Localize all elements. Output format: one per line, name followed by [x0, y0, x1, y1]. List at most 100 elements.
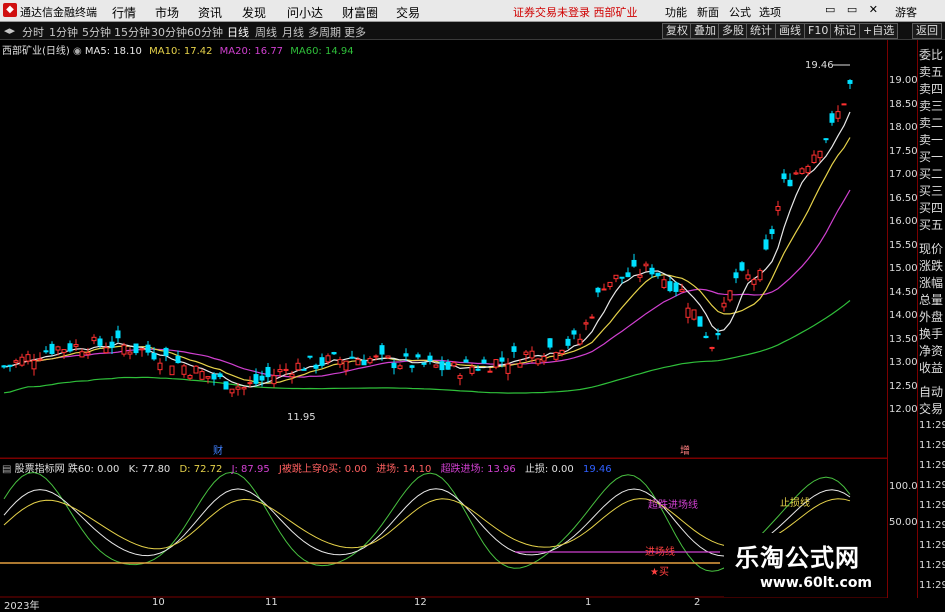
- side-label[interactable]: 卖五: [919, 63, 943, 80]
- candle-body: [805, 165, 811, 174]
- candle-body: [373, 355, 379, 358]
- multi-stock-button[interactable]: 多股: [718, 23, 748, 39]
- period-daily[interactable]: 日线: [227, 24, 249, 40]
- menu-function[interactable]: 功能: [665, 4, 687, 20]
- menu-market[interactable]: 市场: [155, 4, 179, 21]
- side-label[interactable]: 外盘: [919, 308, 943, 325]
- draw-button[interactable]: 画线: [775, 23, 805, 39]
- side-label[interactable]: 交易: [919, 400, 943, 417]
- adjust-button[interactable]: 复权: [662, 23, 692, 39]
- title-bar: [0, 0, 945, 22]
- candle-body: [403, 353, 409, 357]
- login-notice[interactable]: 证券交易未登录 西部矿业: [513, 4, 638, 20]
- candle-body: [727, 290, 733, 301]
- watermark-title: 乐淘公式网: [735, 544, 860, 572]
- candle-body: [169, 365, 175, 376]
- candle-body: [787, 179, 793, 187]
- menu-options[interactable]: 选项: [759, 4, 781, 20]
- candle-body: [175, 355, 181, 364]
- candle-body: [343, 360, 349, 371]
- menu-discover[interactable]: 发现: [242, 4, 266, 21]
- back-button[interactable]: 返回: [912, 23, 942, 39]
- period-5min[interactable]: 5分钟: [82, 24, 111, 40]
- period-intraday[interactable]: 分时: [22, 24, 44, 40]
- side-label[interactable]: 总量: [919, 291, 943, 308]
- candle-body: [295, 362, 301, 371]
- y-tick: 13.50: [889, 334, 918, 345]
- indicator-value: 超跌进场: 13.96: [440, 464, 516, 475]
- candle-body: [655, 272, 661, 277]
- menu-formula[interactable]: 公式: [729, 4, 751, 20]
- candle-body: [529, 350, 535, 359]
- menu-trade[interactable]: 交易: [396, 4, 420, 21]
- add-watchlist-button[interactable]: +自选: [859, 23, 899, 39]
- candle-body: [331, 352, 337, 355]
- menu-ask[interactable]: 问小达: [287, 4, 323, 21]
- side-label[interactable]: 买五: [919, 216, 943, 233]
- side-label[interactable]: 卖二: [919, 114, 943, 131]
- side-label[interactable]: 涨跌: [919, 257, 943, 274]
- candle-body: [607, 281, 613, 287]
- time-tick: 11:29: [919, 580, 945, 591]
- period-30min[interactable]: 30分钟: [151, 24, 187, 40]
- side-label[interactable]: 净资: [919, 342, 943, 359]
- ma5-line: [3, 111, 851, 388]
- candle-body: [109, 341, 115, 348]
- guest-label[interactable]: 游客: [895, 4, 917, 20]
- period-multi[interactable]: 多周期: [308, 24, 341, 40]
- side-label[interactable]: 卖四: [919, 80, 943, 97]
- stock-name[interactable]: 西部矿业(日线): [2, 46, 70, 57]
- period-60min[interactable]: 60分钟: [187, 24, 223, 40]
- overlay-button[interactable]: 叠加: [690, 23, 720, 39]
- side-label[interactable]: 卖三: [919, 97, 943, 114]
- side-label[interactable]: 卖一: [919, 131, 943, 148]
- side-label[interactable]: 现价: [919, 240, 943, 257]
- side-label[interactable]: 自动: [919, 383, 943, 400]
- period-15min[interactable]: 15分钟: [114, 24, 150, 40]
- app-title: 通达信金融终端: [20, 6, 97, 19]
- mark-button[interactable]: 标记: [830, 23, 860, 39]
- y-tick: 13.00: [889, 357, 918, 368]
- indicator-name[interactable]: 股票指标网: [15, 464, 65, 475]
- menu-quotes[interactable]: 行情: [112, 4, 136, 21]
- side-label[interactable]: 收益: [919, 359, 943, 376]
- candle-body: [409, 365, 415, 368]
- candle-body: [763, 239, 769, 250]
- period-1min[interactable]: 1分钟: [49, 24, 78, 40]
- period-monthly[interactable]: 月线: [282, 24, 304, 40]
- candle-body: [361, 359, 367, 366]
- candle-body: [439, 361, 445, 371]
- candle-body: [391, 362, 397, 369]
- candle-body: [445, 361, 451, 370]
- candle-body: [325, 355, 331, 363]
- menu-wealth[interactable]: 财富圈: [342, 4, 378, 21]
- nav-arrows-icon[interactable]: ◂▸: [4, 24, 15, 37]
- stats-button[interactable]: 统计: [746, 23, 776, 39]
- window-control-icons[interactable]: ▭ ▭ ✕: [825, 3, 882, 16]
- time-tick: 11:29: [919, 560, 945, 571]
- candle-body: [235, 386, 241, 390]
- side-label[interactable]: 买二: [919, 165, 943, 182]
- candle-body: [427, 355, 433, 362]
- f10-button[interactable]: F10: [804, 23, 833, 39]
- candle-body: [379, 345, 385, 355]
- side-label[interactable]: 换手: [919, 325, 943, 342]
- settings-icon[interactable]: ◉: [73, 46, 85, 57]
- side-label[interactable]: 买三: [919, 182, 943, 199]
- candle-body: [829, 113, 835, 123]
- side-label[interactable]: 买四: [919, 199, 943, 216]
- candle-body: [187, 375, 193, 379]
- candle-body: [793, 172, 799, 175]
- menu-news[interactable]: 资讯: [198, 4, 222, 21]
- side-label[interactable]: 买一: [919, 148, 943, 165]
- candle-body: [571, 330, 577, 335]
- side-label[interactable]: 涨幅: [919, 274, 943, 291]
- period-weekly[interactable]: 周线: [255, 24, 277, 40]
- period-more[interactable]: 更多: [344, 24, 366, 40]
- time-tick: 11:29: [919, 540, 945, 551]
- side-label[interactable]: 委比: [919, 46, 943, 63]
- indicator-menu-icon[interactable]: ▤: [2, 464, 15, 475]
- menu-new-page[interactable]: 新面: [697, 4, 719, 20]
- candle-body: [349, 356, 355, 359]
- y-tick: 18.00: [889, 122, 918, 133]
